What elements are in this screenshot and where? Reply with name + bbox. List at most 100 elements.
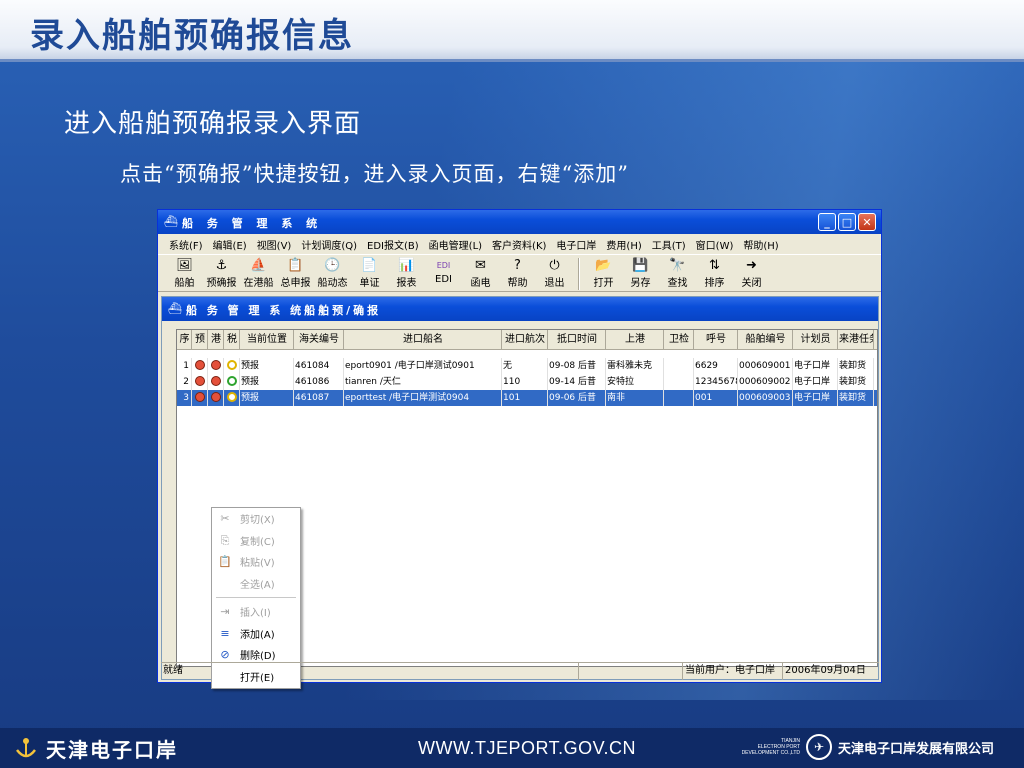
- red-light-icon: [195, 391, 205, 402]
- table-spacer: [177, 350, 877, 358]
- toolbar-button-12[interactable]: 💾 另存: [622, 255, 659, 289]
- menu-item-3[interactable]: 计划调度(Q): [296, 237, 362, 252]
- context-menu-label: 全选(A): [240, 579, 275, 591]
- column-header[interactable]: 港: [208, 330, 224, 350]
- red-light-icon: [211, 359, 221, 370]
- toolbar-button-9[interactable]: ? 帮助: [499, 255, 536, 289]
- toolbar-button-label: 船动态: [317, 278, 348, 289]
- toolbar-button-15[interactable]: ➜ 关闭: [733, 255, 770, 289]
- toolbar-button-label: 预确报: [206, 278, 237, 289]
- column-header[interactable]: 序: [177, 330, 192, 350]
- forecast-icon: ⚓: [215, 258, 228, 273]
- column-header[interactable]: 预: [192, 330, 208, 350]
- menu-item-7[interactable]: 电子口岸: [551, 237, 601, 252]
- table-cell: 000609001: [738, 358, 793, 374]
- context-menu-item-4[interactable]: ⇥ 插入(I): [212, 601, 300, 623]
- table-cell: 无: [502, 358, 548, 374]
- table-cell: 3: [177, 390, 192, 406]
- menu-item-11[interactable]: 帮助(H): [738, 237, 783, 252]
- table-row[interactable]: 1 预报 461084 eport0901 /电子口岸测试0901 无 09-08 后昔雷…: [177, 358, 877, 374]
- maximize-button[interactable]: □: [838, 213, 856, 231]
- insert-row-icon: ⇥: [220, 605, 230, 618]
- toolbar: 🖼 船舶 ⚓ 预确报 ⛵ 在港船 📋 总申报 🕒 船动态 📄 单证 📊 报表 EDI EDI ✉ 函电? 帮助 ⏻ 退出…: [158, 254, 881, 292]
- minimize-button[interactable]: _: [818, 213, 836, 231]
- menu-item-10[interactable]: 窗口(W): [691, 237, 739, 252]
- table-cell: 电子口岸: [793, 374, 838, 390]
- menu-item-6[interactable]: 客户资料(K): [487, 237, 551, 252]
- window-title-bar[interactable]: ⛴ 船 务 管 理 系 统 _ □ ✕: [158, 210, 881, 234]
- column-header[interactable]: 计划员: [793, 330, 838, 350]
- status-light-cell: [224, 374, 240, 390]
- open-folder-icon: 📂: [595, 258, 612, 273]
- toolbar-button-6[interactable]: 📊 报表: [388, 255, 425, 289]
- footer: 天津电子口岸 WWW.TJEPORT.GOV.CN TIANJIN ELECTR…: [0, 728, 1024, 768]
- slide-title-bar: 录入船舶预确报信息: [0, 0, 1024, 62]
- context-menu-item-3[interactable]: 全选(A): [212, 573, 300, 595]
- menu-item-8[interactable]: 费用(H): [601, 237, 646, 252]
- toolbar-button-13[interactable]: 🔭 查找: [659, 255, 696, 289]
- child-window-title: 船 务 管 理 系 统船舶预/确报: [186, 304, 382, 317]
- menu-item-1[interactable]: 编辑(E): [208, 237, 252, 252]
- column-header[interactable]: 当前位置: [240, 330, 294, 350]
- column-header[interactable]: 船舶编号: [738, 330, 793, 350]
- toolbar-button-7[interactable]: EDI EDI: [425, 255, 462, 285]
- footer-company-block: TIANJIN ELECTRON PORT DEVELOPMENT CO.,LT…: [730, 734, 994, 760]
- mail-icon: ✉: [475, 258, 486, 273]
- toolbar-button-5[interactable]: 📄 单证: [351, 255, 388, 289]
- binoculars-icon: 🔭: [669, 258, 686, 273]
- status-date: 2006年09月04日: [785, 665, 866, 676]
- exit-icon: ⏻: [549, 258, 560, 273]
- context-menu-item-0[interactable]: ✂ 剪切(X): [212, 508, 300, 530]
- slide: 录入船舶预确报信息 进入船舶预确报录入界面 点击“预确报”快捷按钮，进入录入页面…: [0, 0, 1024, 768]
- toolbar-button-14[interactable]: ⇅ 排序: [696, 255, 733, 289]
- toolbar-button-8[interactable]: ✉ 函电: [462, 255, 499, 289]
- toolbar-button-11[interactable]: 📂 打开: [585, 255, 622, 289]
- table-cell: [664, 390, 694, 406]
- status-light-cell: [192, 390, 208, 406]
- column-header[interactable]: 抵口时间: [548, 330, 606, 350]
- table-cell: 461086: [294, 374, 344, 390]
- column-header[interactable]: 海关编号: [294, 330, 344, 350]
- table-row[interactable]: 3 预报 461087 eporttest /电子口岸测试0904 101 09-06 后…: [177, 390, 877, 406]
- column-header[interactable]: 来港任务: [838, 330, 874, 350]
- footer-url: WWW.TJEPORT.GOV.CN: [418, 738, 637, 758]
- toolbar-button-3[interactable]: 📋 总申报: [277, 255, 314, 289]
- declare-icon: 📋: [287, 258, 304, 273]
- red-light-icon: [195, 359, 205, 370]
- add-row-icon: ≡: [220, 626, 230, 640]
- slide-subheading: 点击“预确报”快捷按钮，进入录入页面，右键“添加”: [120, 162, 629, 186]
- table-cell: 09-06 后昔: [548, 390, 606, 406]
- menu-item-4[interactable]: EDI报文(B): [362, 237, 424, 252]
- menu-item-5[interactable]: 函电管理(L): [424, 237, 487, 252]
- table-row[interactable]: 2 预报 461086 tianren /天仁 110 09-14 后昔 安特拉 123456…: [177, 374, 877, 390]
- column-header[interactable]: 呼号: [694, 330, 738, 350]
- context-menu-item-2[interactable]: 📋 粘贴(V): [212, 551, 300, 573]
- toolbar-button-label: 关闭: [741, 278, 762, 289]
- toolbar-button-1[interactable]: ⚓ 预确报: [203, 255, 240, 289]
- footer-english-line: DEVELOPMENT CO.,LTD: [741, 750, 800, 756]
- child-window-title-bar[interactable]: ⛴ 船 务 管 理 系 统船舶预/确报: [162, 297, 878, 321]
- context-menu-item-5[interactable]: ≡ 添加(A): [212, 623, 300, 645]
- column-header[interactable]: 进口航次: [502, 330, 548, 350]
- table-cell: 000609003: [738, 390, 793, 406]
- toolbar-button-label: 打开: [593, 278, 614, 289]
- menu-item-9[interactable]: 工具(T): [647, 237, 691, 252]
- context-menu-item-1[interactable]: ⎘ 复制(C): [212, 530, 300, 552]
- column-header[interactable]: 卫检: [664, 330, 694, 350]
- table-cell: 1: [177, 358, 192, 374]
- context-menu-label: 删除(D): [240, 651, 276, 663]
- menu-item-2[interactable]: 视图(V): [252, 237, 297, 252]
- toolbar-button-2[interactable]: ⛵ 在港船: [240, 255, 277, 289]
- toolbar-button-10[interactable]: ⏻ 退出: [536, 255, 573, 289]
- column-header[interactable]: 上港: [606, 330, 664, 350]
- toolbar-button-4[interactable]: 🕒 船动态: [314, 255, 351, 289]
- company-emblem-icon: ✈: [806, 734, 832, 760]
- column-header[interactable]: 进口船名: [344, 330, 502, 350]
- column-header[interactable]: 税: [224, 330, 240, 350]
- footer-company-name: 天津电子口岸发展有限公司: [838, 741, 995, 757]
- toolbar-button-label: 在港船: [243, 278, 274, 289]
- close-button[interactable]: ✕: [858, 213, 876, 231]
- toolbar-button-0[interactable]: 🖼 船舶: [166, 255, 203, 289]
- table-cell: tianren /天仁: [344, 374, 502, 390]
- menu-item-0[interactable]: 系统(F): [164, 237, 208, 252]
